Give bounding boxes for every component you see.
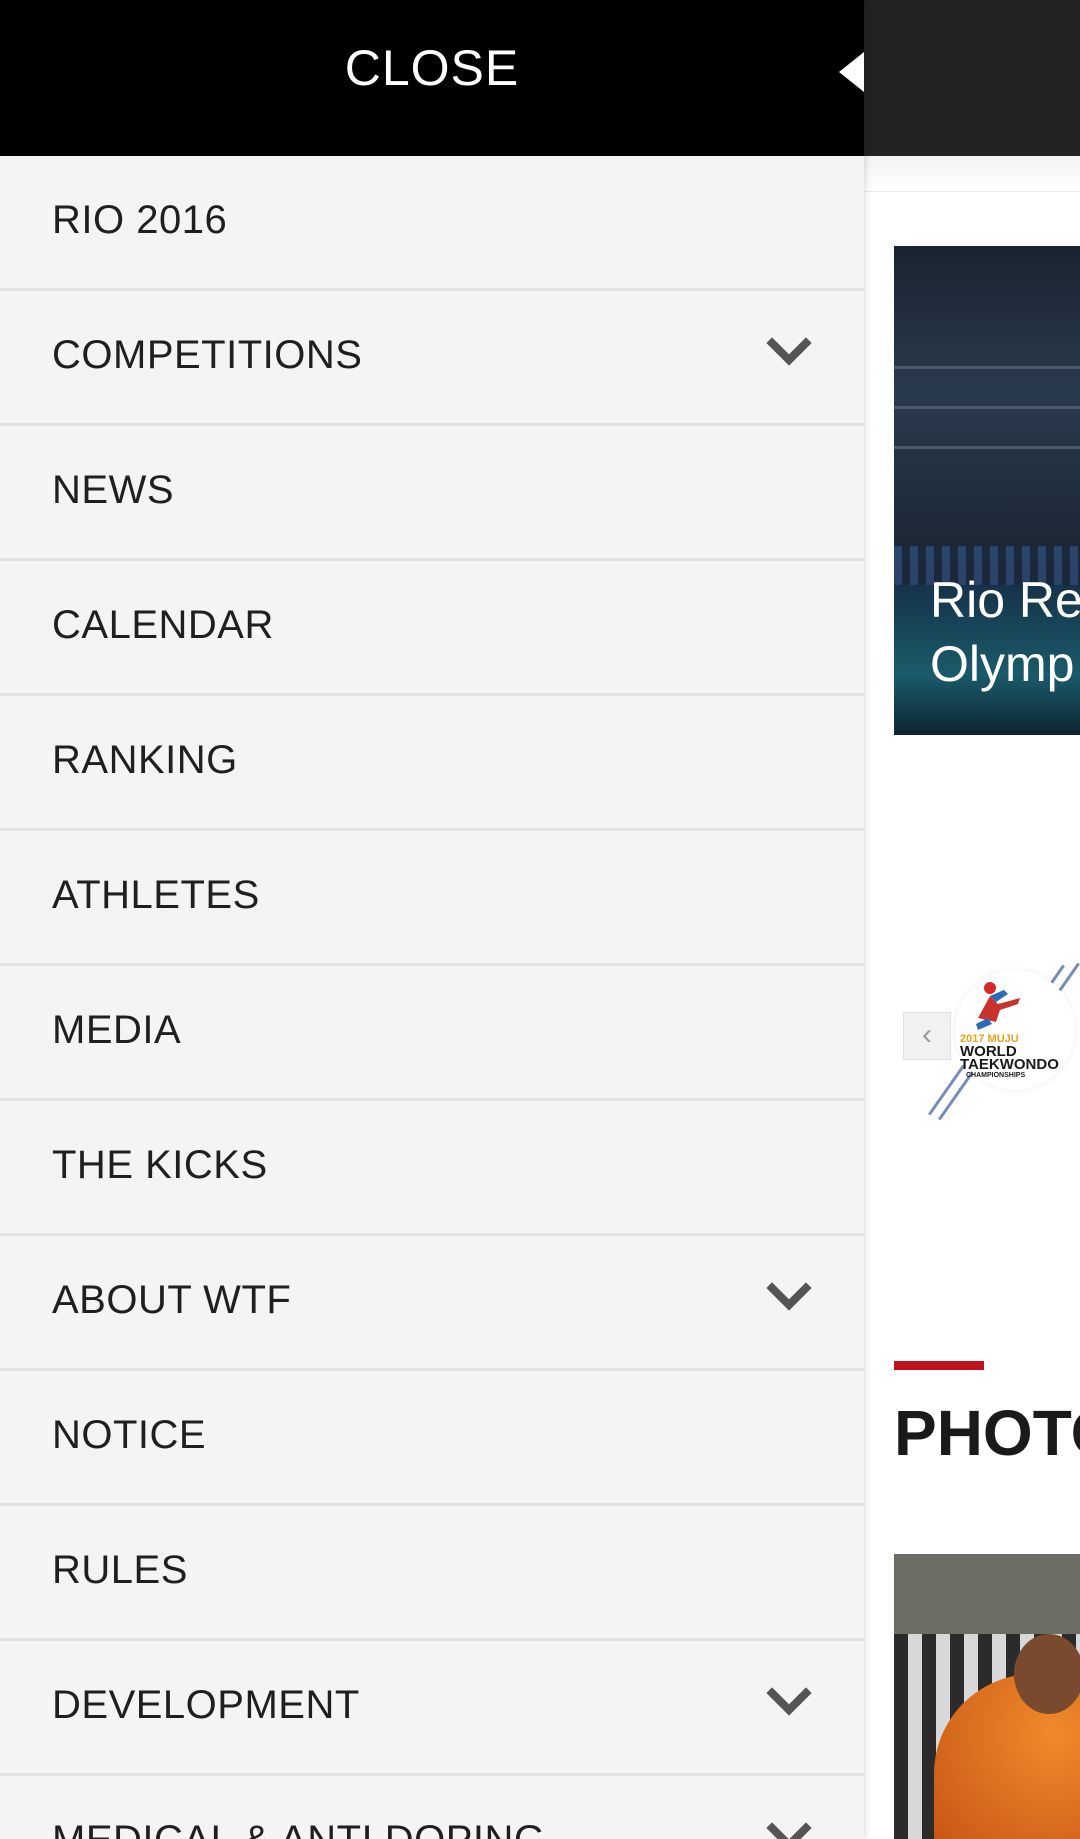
menu-item-label: CALENDAR bbox=[52, 603, 274, 647]
menu-item-media[interactable]: MEDIA bbox=[0, 966, 864, 1101]
menu-item-label: ATHLETES bbox=[52, 873, 260, 917]
menu-item-label: COMPETITIONS bbox=[52, 333, 363, 377]
menu-item-ranking[interactable]: RANKING bbox=[0, 696, 864, 831]
menu-item-rio-2016[interactable]: RIO 2016 bbox=[0, 156, 864, 291]
menu-item-rules[interactable]: RULES bbox=[0, 1506, 864, 1641]
site-header bbox=[864, 0, 1080, 156]
menu-item-competitions[interactable]: COMPETITIONS bbox=[0, 291, 864, 426]
menu-item-athletes[interactable]: ATHLETES bbox=[0, 831, 864, 966]
navigation-drawer: CLOSE RIO 2016 COMPETITIONS NEWS CALENDAR RA… bbox=[0, 0, 864, 1839]
close-button[interactable]: CLOSE bbox=[0, 0, 864, 156]
menu-item-label: THE KICKS bbox=[52, 1143, 268, 1187]
menu-item-label: MEDIA bbox=[52, 1008, 182, 1052]
chevron-down-icon[interactable] bbox=[766, 1679, 812, 1725]
hero-title[interactable]: Rio Re Olymp bbox=[930, 568, 1080, 696]
menu-item-about-wtf[interactable]: ABOUT WTF bbox=[0, 1236, 864, 1371]
header-divider bbox=[864, 156, 1080, 192]
menu-item-label: RIO 2016 bbox=[52, 198, 228, 242]
photo-thumbnail[interactable] bbox=[894, 1554, 1080, 1839]
menu-item-label: MEDICAL & ANTI DOPING bbox=[52, 1776, 546, 1839]
hero-slide[interactable]: Rio Re Olymp bbox=[894, 246, 1080, 735]
menu-item-label: ABOUT WTF bbox=[52, 1278, 292, 1322]
chevron-down-icon[interactable] bbox=[766, 1814, 812, 1839]
caret-left-icon bbox=[839, 52, 864, 92]
section-accent-line bbox=[894, 1361, 984, 1370]
menu-item-label: DEVELOPMENT bbox=[52, 1683, 360, 1727]
taekwondo-kick-icon bbox=[976, 982, 1020, 1030]
menu-item-calendar[interactable]: CALENDAR bbox=[0, 561, 864, 696]
chevron-down-icon[interactable] bbox=[766, 1274, 812, 1320]
menu-item-news[interactable]: NEWS bbox=[0, 426, 864, 561]
logo-line2: TAEKWONDO bbox=[960, 1056, 1059, 1073]
menu-item-label: NOTICE bbox=[52, 1413, 207, 1457]
drawer-header: CLOSE bbox=[0, 0, 864, 156]
section-title: PHOTO bbox=[894, 1397, 1080, 1469]
menu-item-the-kicks[interactable]: THE KICKS bbox=[0, 1101, 864, 1236]
logo-line3: CHAMPIONSHIPS bbox=[966, 1072, 1026, 1079]
menu-item-label: RANKING bbox=[52, 738, 238, 782]
banner-prev-button[interactable]: ‹ bbox=[903, 1012, 951, 1060]
menu-item-medical-anti-doping[interactable]: MEDICAL & ANTI DOPING bbox=[0, 1776, 864, 1839]
menu-item-label: NEWS bbox=[52, 468, 174, 512]
menu-item-development[interactable]: DEVELOPMENT bbox=[0, 1641, 864, 1776]
drawer-menu: RIO 2016 COMPETITIONS NEWS CALENDAR RANKING A… bbox=[0, 156, 864, 1839]
menu-item-notice[interactable]: NOTICE bbox=[0, 1371, 864, 1506]
menu-item-label: RULES bbox=[52, 1548, 188, 1592]
chevron-down-icon[interactable] bbox=[766, 329, 812, 375]
